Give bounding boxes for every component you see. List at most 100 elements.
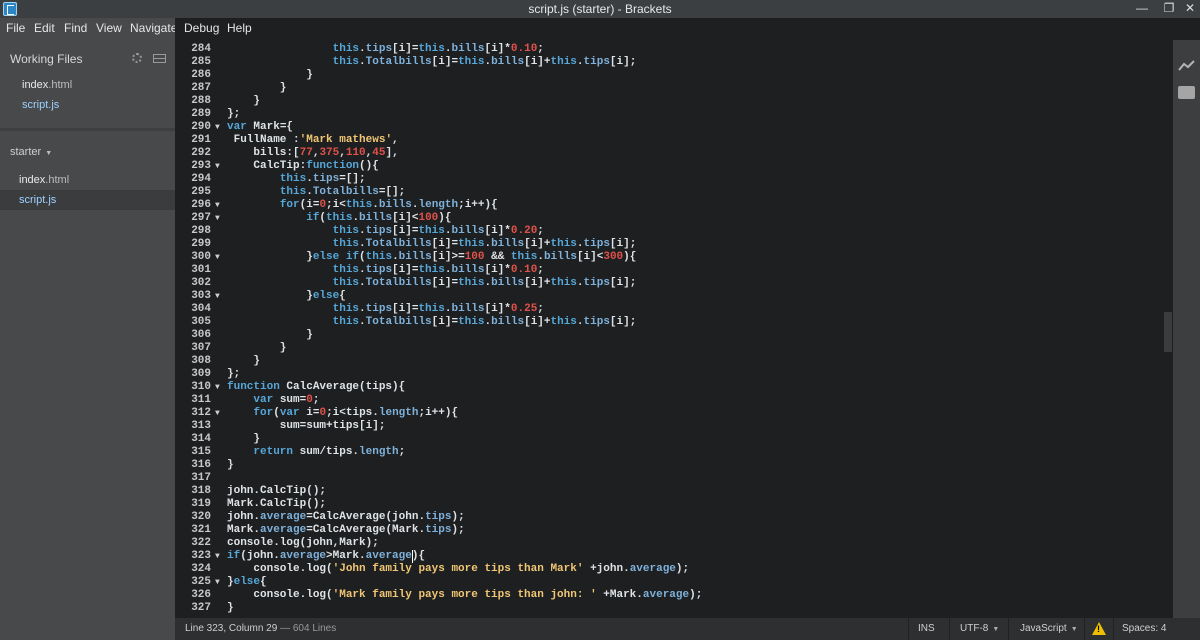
code-line[interactable]: 324 console.log('John family pays more t… [175,563,1163,576]
code-line[interactable]: 307 } [175,342,1163,355]
working-file-script-js[interactable]: script.js [22,99,59,111]
code-line[interactable]: 313 sum=sum+tips[i]; [175,420,1163,433]
close-button[interactable]: ✕ [1178,0,1200,18]
code-line[interactable]: 310 ▼ function CalcAverage(tips){ [175,381,1163,394]
code-text: }; [227,108,241,120]
menu-find[interactable]: Find [64,21,87,35]
code-line[interactable]: 311 var sum=0; [175,394,1163,407]
fold-toggle-icon[interactable]: ▼ [215,407,220,420]
code-line[interactable]: 308 } [175,355,1163,368]
line-number: 300 [191,251,211,263]
cursor-position[interactable]: Line 323, Column 29 — 604 Lines [185,623,336,634]
line-number: 314 [191,433,211,445]
menu-debug[interactable]: Debug [184,21,219,35]
code-line[interactable]: 289}; [175,108,1163,121]
line-number: 325 [191,576,211,588]
fold-toggle-icon[interactable]: ▼ [215,550,220,563]
menu-file[interactable]: File [6,21,25,35]
code-line[interactable]: 294 this.tips=[]; [175,173,1163,186]
code-line[interactable]: 303 ▼ }else{ [175,290,1163,303]
editor-scrollbar-thumb[interactable] [1164,312,1172,352]
code-line[interactable]: 322 console.log(john,Mark); [175,537,1163,550]
code-line[interactable]: 304 this.tips[i]=this.bills[i]*0.25; [175,303,1163,316]
minimize-button[interactable]: — [1130,0,1154,18]
split-view-icon[interactable] [153,54,166,63]
code-line[interactable]: 305 this.Totalbills[i]=this.bills[i]+thi… [175,316,1163,329]
live-preview-icon[interactable] [1178,60,1195,72]
warning-mark: ! [1097,624,1100,634]
line-number: 302 [191,277,211,289]
code-line[interactable]: 285 this.Totalbills[i]=this.bills[i]+thi… [175,56,1163,69]
line-number: 296 [191,199,211,211]
code-line[interactable]: 309}; [175,368,1163,381]
code-line[interactable]: 323 ▼ if(john.average>Mark.average){ [175,550,1163,563]
code-line[interactable]: 306 } [175,329,1163,342]
code-line[interactable]: 317 [175,472,1163,485]
code-line[interactable]: 319 Mark.CalcTip(); [175,498,1163,511]
fold-toggle-icon[interactable]: ▼ [215,160,220,173]
code-line[interactable]: 293 ▼ CalcTip:function(){ [175,160,1163,173]
code-line[interactable]: 325 ▼}else{ [175,576,1163,589]
line-number: 286 [191,69,211,81]
code-line[interactable]: 296 ▼ for(i=0;i<this.bills.length;i++){ [175,199,1163,212]
working-file-index-html[interactable]: index.html [22,79,72,91]
code-text: console.log(john,Mark); [227,537,379,549]
code-line[interactable]: 320 john.average=CalcAverage(john.tips); [175,511,1163,524]
code-line[interactable]: 316} [175,459,1163,472]
code-line[interactable]: 301 this.tips[i]=this.bills[i]*0.10; [175,264,1163,277]
code-line[interactable]: 298 this.tips[i]=this.bills[i]*0.20; [175,225,1163,238]
tree-file-script-js[interactable]: script.js [19,194,56,206]
code-line[interactable]: 315 return sum/tips.length; [175,446,1163,459]
line-number: 303 [191,290,211,302]
menu-help[interactable]: Help [227,21,252,35]
code-line[interactable]: 321 Mark.average=CalcAverage(Mark.tips); [175,524,1163,537]
code-text: this.Totalbills[i]=this.bills[i]+this.ti… [332,56,637,68]
code-line[interactable]: 292 bills:[77,375,110,45], [175,147,1163,160]
code-line[interactable]: 327} [175,602,1163,615]
chevron-down-icon: ▼ [1070,626,1078,633]
code-line[interactable]: 314 } [175,433,1163,446]
encoding-select[interactable]: UTF-8 ▼ [960,623,999,634]
code-line[interactable]: 312 ▼ for(var i=0;i<tips.length;i++){ [175,407,1163,420]
line-number: 292 [191,147,211,159]
line-number: 284 [191,43,211,55]
indent-spaces-select[interactable]: Spaces: 4 [1122,623,1166,634]
fold-toggle-icon[interactable]: ▼ [215,251,220,264]
project-dropdown[interactable]: starter ▼ [10,146,52,158]
tree-file-index-html[interactable]: index.html [19,174,69,186]
code-line[interactable]: 287 } [175,82,1163,95]
menu-edit[interactable]: Edit [34,21,55,35]
code-line[interactable]: 300 ▼ }else if(this.bills[i]>=100 && this… [175,251,1163,264]
code-line[interactable]: 299 this.Totalbills[i]=this.bills[i]+thi… [175,238,1163,251]
fold-toggle-icon[interactable]: ▼ [215,121,220,134]
code-text: Mark.average=CalcAverage(Mark.tips); [227,524,465,536]
code-line[interactable]: 326 console.log('Mark family pays more t… [175,589,1163,602]
status-divider [949,618,950,640]
fold-toggle-icon[interactable]: ▼ [215,290,220,303]
insert-mode-toggle[interactable]: INS [918,623,935,634]
code-line[interactable]: 302 this.Totalbills[i]=this.bills[i]+thi… [175,277,1163,290]
code-line[interactable]: 295 this.Totalbills=[]; [175,186,1163,199]
code-line[interactable]: 297 ▼ if(this.bills[i]<100){ [175,212,1163,225]
fold-toggle-icon[interactable]: ▼ [215,576,220,589]
menu-view[interactable]: View [96,21,122,35]
working-files-header: Working Files [10,52,83,66]
code-line[interactable]: 318 john.CalcTip(); [175,485,1163,498]
code-editor[interactable]: 284 this.tips[i]=this.bills[i]*0.10; 285 … [175,40,1163,618]
language-select[interactable]: JavaScript ▼ [1020,623,1078,634]
extension-manager-icon[interactable] [1178,86,1195,99]
line-number: 321 [191,524,211,536]
code-text: } [227,602,234,614]
code-line[interactable]: 284 this.tips[i]=this.bills[i]*0.10; [175,43,1163,56]
code-line[interactable]: 290 ▼ var Mark={ [175,121,1163,134]
menu-bar-extension: Debug Help [175,18,1200,40]
menu-navigate[interactable]: Navigate [130,21,177,35]
code-line[interactable]: 286 } [175,69,1163,82]
code-line[interactable]: 288 } [175,95,1163,108]
menu-bar: File Edit Find View Navigate [0,18,177,40]
gear-icon[interactable] [132,53,142,63]
fold-toggle-icon[interactable]: ▼ [215,381,220,394]
code-line[interactable]: 291 FullName :'Mark mathews', [175,134,1163,147]
fold-toggle-icon[interactable]: ▼ [215,212,220,225]
fold-toggle-icon[interactable]: ▼ [215,199,220,212]
